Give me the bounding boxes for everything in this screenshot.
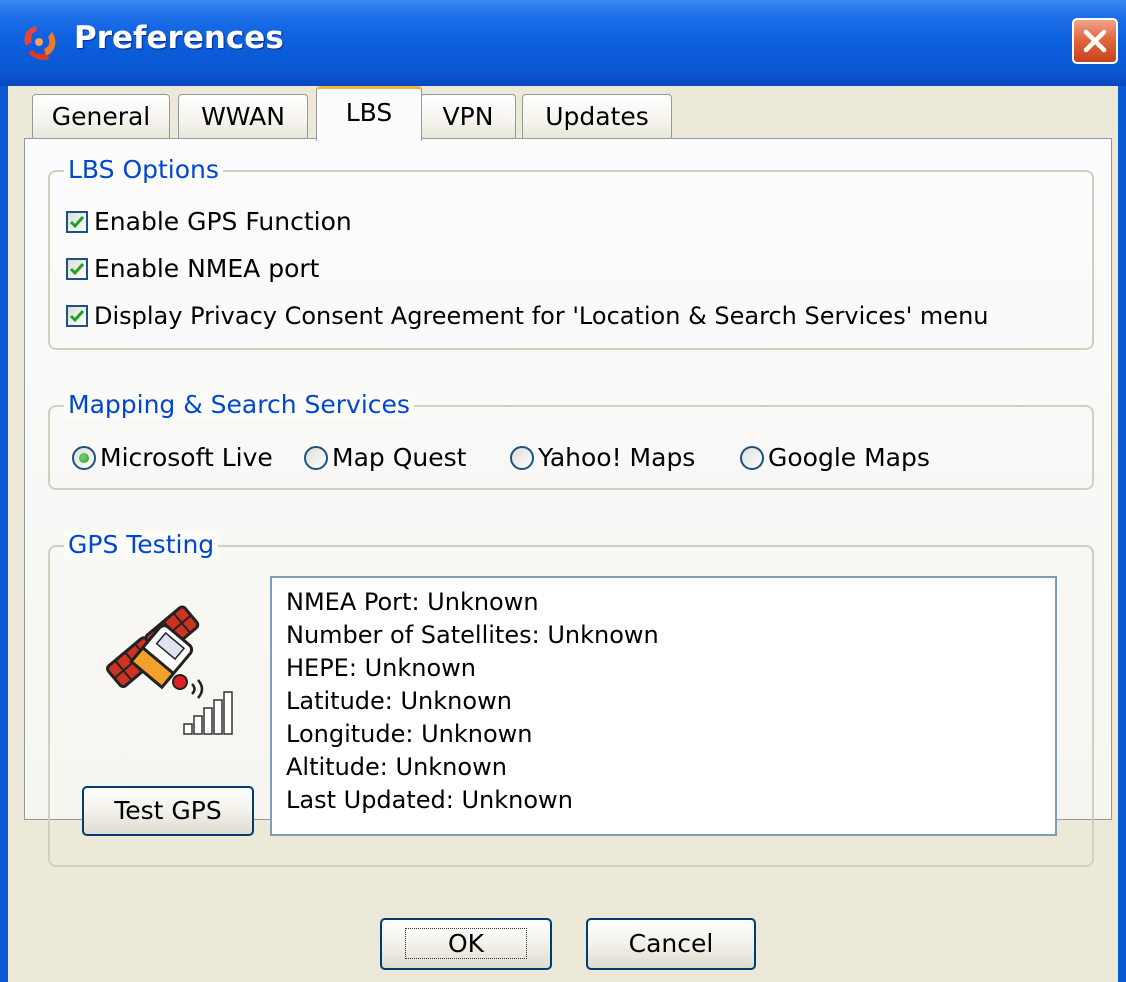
status-longitude: Longitude: Unknown <box>286 720 533 748</box>
check-mark-icon <box>69 262 85 275</box>
checkbox-box[interactable] <box>66 257 88 280</box>
enable-nmea-label: Enable NMEA port <box>94 254 320 283</box>
satellite-signal-icon <box>100 600 240 740</box>
title-bar[interactable]: Preferences <box>0 0 1126 86</box>
status-satellites: Number of Satellites: Unknown <box>286 621 659 649</box>
cancel-label: Cancel <box>628 929 714 958</box>
radio-button[interactable] <box>510 445 534 470</box>
tab-wwan[interactable]: WWAN <box>178 94 308 138</box>
tab-updates-label: Updates <box>545 102 649 131</box>
test-gps-button[interactable]: Test GPS <box>82 786 254 836</box>
status-last-updated: Last Updated: Unknown <box>286 786 573 814</box>
status-latitude: Latitude: Unknown <box>286 687 512 715</box>
checkbox-box[interactable] <box>66 210 88 233</box>
radio-map-quest-label: Map Quest <box>332 443 467 472</box>
preferences-window: Preferences General WWAN LBS VPN Updates… <box>0 0 1126 982</box>
lbs-options-legend: LBS Options <box>64 155 223 184</box>
tab-updates[interactable]: Updates <box>522 94 672 138</box>
status-altitude: Altitude: Unknown <box>286 753 507 781</box>
enable-gps-label: Enable GPS Function <box>94 207 352 236</box>
check-mark-icon <box>69 215 85 228</box>
radio-yahoo-maps-label: Yahoo! Maps <box>538 443 696 472</box>
tab-wwan-label: WWAN <box>201 102 285 131</box>
tab-vpn[interactable]: VPN <box>420 94 516 138</box>
radio-yahoo-maps[interactable]: Yahoo! Maps <box>510 443 695 472</box>
check-mark-icon <box>69 310 85 323</box>
cancel-button[interactable]: Cancel <box>586 918 756 970</box>
checkbox-box[interactable] <box>66 305 88 327</box>
status-hepe: HEPE: Unknown <box>286 654 476 682</box>
tab-general-label: General <box>51 102 151 131</box>
ok-button[interactable]: OK <box>380 918 552 970</box>
enable-nmea-checkbox[interactable]: Enable NMEA port <box>66 254 319 283</box>
radio-microsoft-live[interactable]: Microsoft Live <box>72 443 273 472</box>
close-button[interactable] <box>1072 18 1118 64</box>
close-icon <box>1083 29 1107 53</box>
tab-general[interactable]: General <box>32 94 170 138</box>
mapping-legend: Mapping & Search Services <box>64 390 414 419</box>
app-logo-icon <box>16 20 62 66</box>
radio-map-quest[interactable]: Map Quest <box>304 443 466 472</box>
radio-button[interactable] <box>72 445 96 470</box>
enable-gps-checkbox[interactable]: Enable GPS Function <box>66 207 352 236</box>
gps-status-box[interactable]: NMEA Port: Unknown Number of Satellites:… <box>270 576 1057 836</box>
window-title: Preferences <box>74 20 284 56</box>
radio-button[interactable] <box>304 445 328 470</box>
tab-lbs[interactable]: LBS <box>316 86 422 141</box>
tab-lbs-label: LBS <box>345 98 393 127</box>
test-gps-label: Test GPS <box>114 796 222 825</box>
gps-testing-legend: GPS Testing <box>64 530 219 559</box>
privacy-consent-checkbox[interactable]: Display Privacy Consent Agreement for 'L… <box>66 302 989 330</box>
status-nmea-port: NMEA Port: Unknown <box>286 588 539 616</box>
privacy-consent-label: Display Privacy Consent Agreement for 'L… <box>94 302 989 330</box>
ok-label: OK <box>404 928 528 959</box>
radio-google-maps-label: Google Maps <box>768 443 930 472</box>
radio-google-maps[interactable]: Google Maps <box>740 443 930 472</box>
tab-vpn-label: VPN <box>442 102 494 131</box>
radio-microsoft-live-label: Microsoft Live <box>100 443 273 472</box>
radio-selected-dot <box>79 452 89 463</box>
radio-button[interactable] <box>740 445 764 470</box>
